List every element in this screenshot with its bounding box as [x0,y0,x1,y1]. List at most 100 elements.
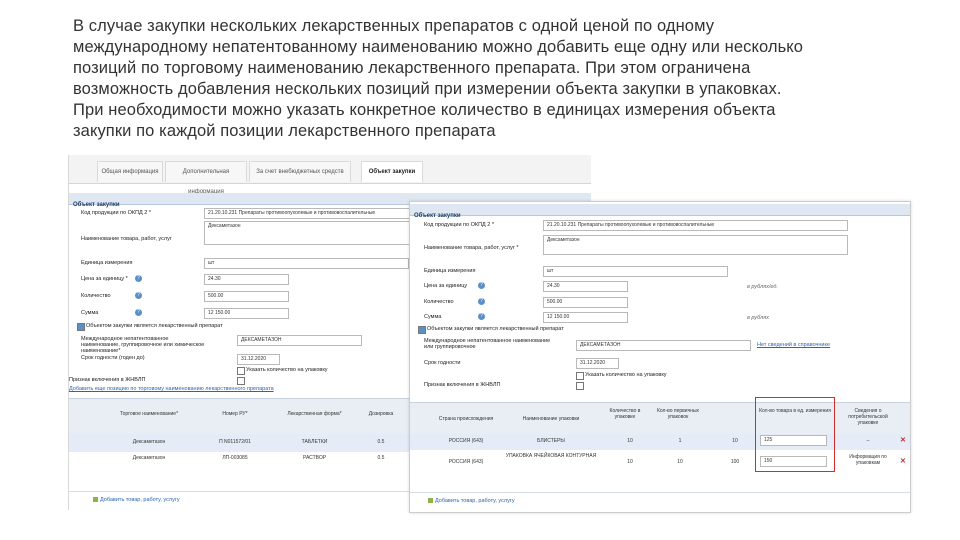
table-cell: РОССИЯ (643) [448,438,484,444]
sum-note: в рублях [747,315,769,321]
mnn-link[interactable]: Нет сведений в справочнике [757,342,830,348]
plus-icon [428,498,433,504]
pack-checkbox-label: Указать количество на упаковку [246,367,328,373]
table-cell: БЛИСТЕРЫ [537,438,565,444]
unit-select[interactable]: шт [543,266,728,277]
pack-checkbox[interactable] [576,372,584,380]
field-label: Сумма [424,314,442,320]
quantity-input[interactable]: 500.00 [543,297,628,308]
table-cell: 100 [730,459,740,465]
column-header: Дозировка [368,411,394,417]
table-cell: 10 [677,459,683,465]
table-cell: – [866,438,870,444]
field-label: Цена за единицу [424,283,468,289]
price-input[interactable]: 24.30 [204,274,289,285]
table-cell: Дексаметазон [132,439,166,445]
intro-line: закупки по каждой позиции лекарственного… [73,122,496,140]
expiry-input[interactable]: 31.12.2020 [237,354,280,365]
help-icon[interactable]: ? [478,313,485,320]
column-header: Кол-во первичных упаковок [656,408,700,420]
intro-line: международному непатентованному наименов… [73,38,804,56]
column-header: Наименование упаковки [522,416,580,422]
pack-checkbox[interactable] [237,367,245,375]
field-label: Наименование товара, работ, услуг * [424,245,519,251]
help-icon[interactable]: ? [135,309,142,316]
expiry-label: Срок годности [424,360,461,366]
front-screenshot: Объект закупки Код продукции по ОКПД 2 *… [409,201,911,513]
add-item-button[interactable]: Добавить товар, работу, услугу [93,497,180,503]
table-cell: 10 [627,459,633,465]
help-icon[interactable]: ? [135,275,142,282]
tab-additional[interactable]: Дополнительная информация [165,161,247,195]
checkbox-label: Объектом закупки является лекарственный … [427,326,564,332]
help-icon[interactable]: ? [135,292,142,299]
field-label: Сумма [81,310,99,316]
tab-object[interactable]: Объект закупки [361,161,423,182]
included-checkbox[interactable] [237,377,245,385]
section-title: Объект закупки [73,202,120,208]
table-cell: ТАБЛЕТКИ [301,439,328,445]
quantity-input[interactable]: 500.00 [204,291,289,302]
field-label: Наименование товара, работ, услуг [81,236,172,242]
pack-checkbox-label: Указать количество на упаковку [585,372,667,378]
table-cell: ЛП-003085 [222,455,248,461]
column-header: Номер РУ* [222,411,248,417]
column-header: Страна происхождения [438,416,494,422]
field-label: Единица измерения [424,268,476,274]
table-cell: Информация по упаковкам [849,454,887,466]
checkbox-label: Объектом закупки является лекарственный … [86,323,223,329]
mnn-input[interactable]: ДЕКСАМЕТАЗОН [237,335,362,346]
expiry-input[interactable]: 31.12.2020 [576,358,619,369]
table-cell: 0.5 [377,439,385,445]
add-item-label: Добавить товар, работу, услугу [100,497,180,503]
intro-line: позиций по торговому наименованию лекарс… [73,59,751,77]
included-checkbox[interactable] [576,382,584,390]
field-label: Код продукции по ОКПД 2 * [424,222,495,228]
help-icon[interactable]: ? [478,298,485,305]
drug-checkbox[interactable] [418,326,426,334]
add-position-link[interactable]: Добавить еще позицию по торговому наимен… [69,386,274,392]
field-label: Единица измерения [81,260,133,266]
mnn-input[interactable]: ДЕКСАМЕТАЗОН [576,340,751,351]
sum-input[interactable]: 12 150.00 [204,308,289,319]
included-label: Признак включения в ЖНВЛП [424,382,501,388]
section-title: Объект закупки [414,213,461,219]
table-cell: 10 [627,438,633,444]
unit-select[interactable]: шт [204,258,409,269]
price-input[interactable]: 24.30 [543,281,628,292]
table-cell: РОССИЯ (643) [448,459,484,465]
field-label: Количество [81,293,111,299]
drug-checkbox[interactable] [77,323,85,331]
divider [410,492,910,493]
unit-note: в рублях/ед. [747,284,779,290]
column-header: Сведения о потребительской упаковке [848,408,888,426]
okpd-input[interactable]: 21.20.10.231 Препараты противоопухолевые… [543,220,848,231]
table-cell: 10 [732,438,738,444]
sum-input[interactable]: 12 150.00 [543,312,628,323]
column-header: Лекарственная форма* [287,411,342,417]
intro-text: В случае закупки нескольких лекарственны… [73,16,893,142]
column-header: Количество в упаковке [609,408,641,420]
table-cell: Дексаметазон [132,455,166,461]
table-cell: УПАКОВКА ЯЧЕЙКОВАЯ КОНТУРНАЯ [505,453,597,459]
intro-line: возможность добавления нескольких позици… [73,80,782,98]
highlight-frame [755,397,835,472]
help-icon[interactable]: ? [478,282,485,289]
intro-line: При необходимости можно указать конкретн… [73,101,776,119]
add-item-button[interactable]: Добавить товар, работу, услугу [428,498,515,504]
delete-icon[interactable]: ✕ [900,436,906,444]
column-header: Торговое наименование* [119,411,179,417]
intro-line: В случае закупки нескольких лекарственны… [73,17,715,35]
add-item-label: Добавить товар, работу, услугу [435,498,515,504]
field-label: Цена за единицу * [81,276,128,282]
table-cell: П N011572/01 [219,439,251,445]
mnn-label: Международное непатентованное наименован… [424,338,551,350]
tab-offbudget[interactable]: За счет внебюджетных средств [249,161,351,182]
included-label: Признак включения в ЖНВЛП [69,377,146,383]
table-cell: РАСТВОР [302,455,327,461]
name-input[interactable]: Дексаметазон [543,235,848,255]
tab-general[interactable]: Общая информация [97,161,163,182]
delete-icon[interactable]: ✕ [900,457,906,465]
expiry-label: Срок годности (годен до) [81,355,145,361]
table-cell: 0.5 [377,455,385,461]
